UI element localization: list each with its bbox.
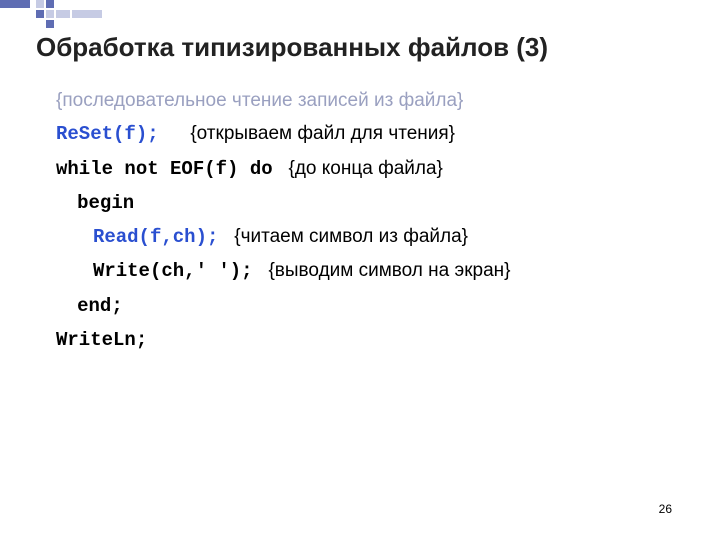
code-keyword: while not EOF(f) do xyxy=(56,158,273,180)
code-call: Read(f,ch); xyxy=(93,226,218,248)
code-keyword: Write(ch,' '); xyxy=(93,260,253,282)
code-call: ReSet(f); xyxy=(56,123,159,145)
code-keyword: end; xyxy=(77,295,123,317)
code-line: begin xyxy=(56,186,676,220)
code-line: ReSet(f); {открываем файл для чтения} xyxy=(56,117,676,151)
code-line: end; xyxy=(56,289,676,323)
code-block: {последовательное чтение записей из файл… xyxy=(56,84,676,357)
code-comment: {открываем файл для чтения} xyxy=(190,123,455,144)
code-comment: {читаем символ из файла} xyxy=(234,226,468,247)
page-number: 26 xyxy=(659,502,672,516)
code-line: WriteLn; xyxy=(56,323,676,357)
code-line: Write(ch,' '); {выводим символ на экран} xyxy=(56,254,676,288)
code-keyword: begin xyxy=(77,192,134,214)
code-line: Read(f,ch); {читаем символ из файла} xyxy=(56,220,676,254)
code-keyword: WriteLn; xyxy=(56,329,147,351)
code-comment: {до конца файла} xyxy=(288,158,442,179)
slide-title: Обработка типизированных файлов (3) xyxy=(36,32,548,63)
header-comment: {последовательное чтение записей из файл… xyxy=(56,84,676,117)
code-comment: {выводим символ на экран} xyxy=(268,260,510,281)
code-line: while not EOF(f) do {до конца файла} xyxy=(56,152,676,186)
